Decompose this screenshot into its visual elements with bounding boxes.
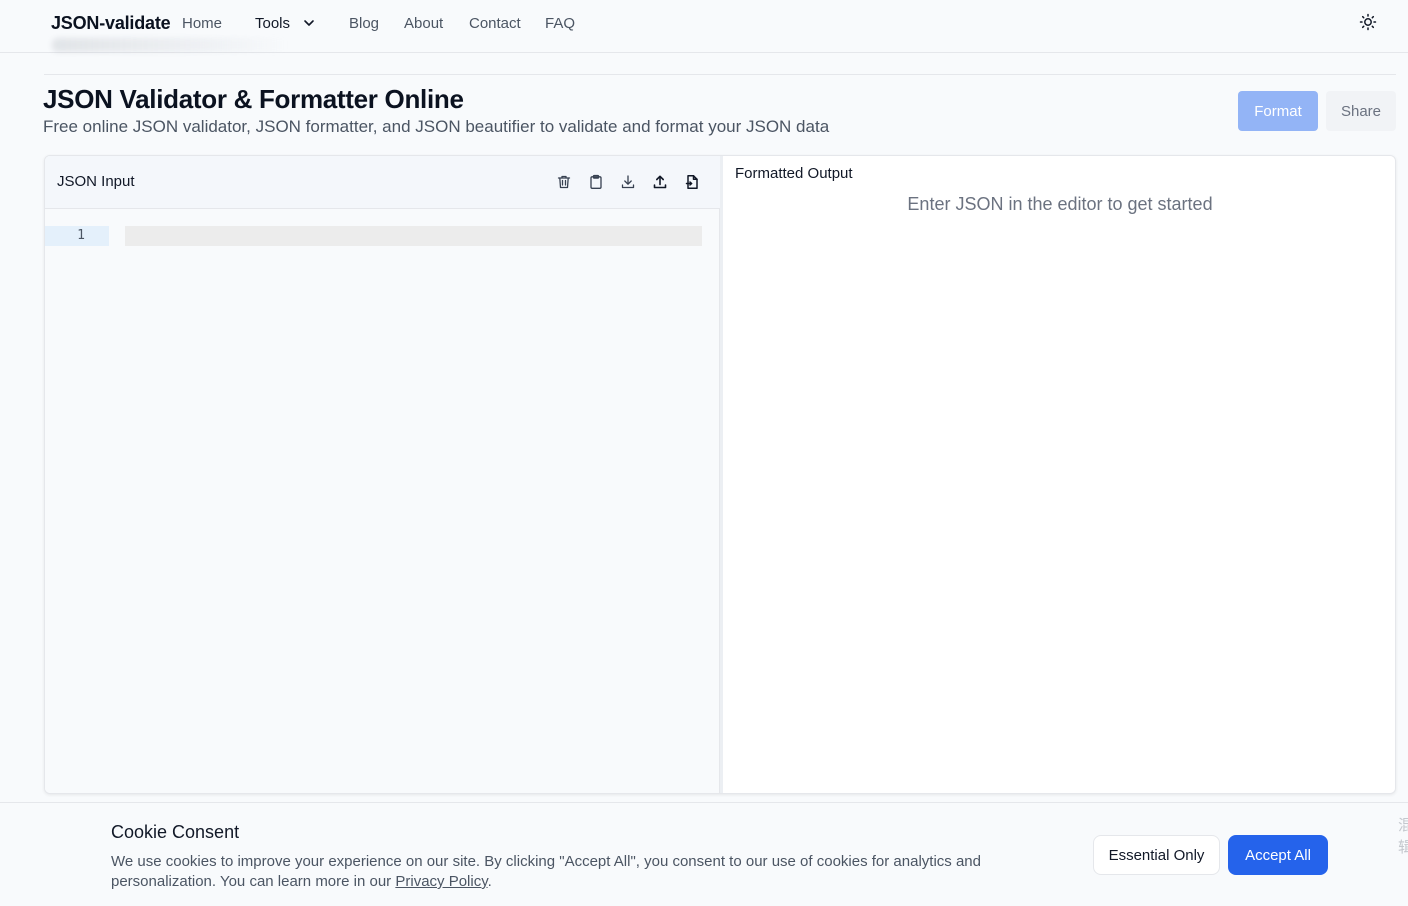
editor-panel: JSON Input 1 Formatted Output Enter JSON… xyxy=(44,155,1396,794)
json-input-header: JSON Input xyxy=(45,156,720,209)
header-divider xyxy=(44,74,1396,75)
nav-contact-link[interactable]: Contact xyxy=(469,15,521,32)
nav-home-link[interactable]: Home xyxy=(182,15,222,32)
clipboard-icon[interactable] xyxy=(587,173,605,191)
clipped-edge-text: 混辑 xyxy=(1398,817,1408,856)
json-input-title: JSON Input xyxy=(57,173,135,190)
privacy-policy-link[interactable]: Privacy Policy xyxy=(395,873,487,890)
cookie-consent-banner: Cookie Consent We use cookies to improve… xyxy=(0,802,1408,906)
format-button[interactable]: Format xyxy=(1238,91,1318,131)
formatted-output-title: Formatted Output xyxy=(735,165,853,182)
accept-all-button[interactable]: Accept All xyxy=(1228,835,1328,875)
json-input-editor-line[interactable] xyxy=(125,226,702,246)
page-title: JSON Validator & Formatter Online xyxy=(43,84,464,114)
nav-faq-link[interactable]: FAQ xyxy=(545,15,575,32)
brand-underline-shadow xyxy=(52,38,288,52)
sun-icon xyxy=(1359,13,1377,36)
line-number: 1 xyxy=(77,228,85,243)
brand-logo[interactable]: JSON-validate xyxy=(51,13,171,34)
trash-icon[interactable] xyxy=(555,173,573,191)
download-icon[interactable] xyxy=(619,173,637,191)
nav-blog-link[interactable]: Blog xyxy=(349,15,379,32)
page-subtitle: Free online JSON validator, JSON formatt… xyxy=(43,117,830,136)
cookie-consent-text: We use cookies to improve your experienc… xyxy=(111,852,1031,892)
share-button[interactable]: Share xyxy=(1326,91,1396,131)
cookie-consent-text-end: . xyxy=(487,873,492,890)
upload-icon[interactable] xyxy=(651,173,669,191)
nav-tools-menu[interactable]: Tools xyxy=(255,15,290,32)
file-import-icon[interactable] xyxy=(683,173,701,191)
chevron-down-icon[interactable] xyxy=(302,16,316,30)
top-navbar: JSON-validate Home Tools Blog About Cont… xyxy=(0,0,1408,53)
essential-only-button[interactable]: Essential Only xyxy=(1093,835,1220,875)
output-placeholder-text: Enter JSON in the editor to get started xyxy=(907,194,1213,214)
formatted-output-pane: Formatted Output Enter JSON in the edito… xyxy=(723,156,1395,793)
theme-toggle-button[interactable] xyxy=(1357,13,1379,35)
cookie-consent-title: Cookie Consent xyxy=(111,822,240,842)
json-input-pane: JSON Input 1 xyxy=(45,156,720,793)
cookie-consent-body: We use cookies to improve your experienc… xyxy=(111,853,981,890)
nav-about-link[interactable]: About xyxy=(404,15,443,32)
